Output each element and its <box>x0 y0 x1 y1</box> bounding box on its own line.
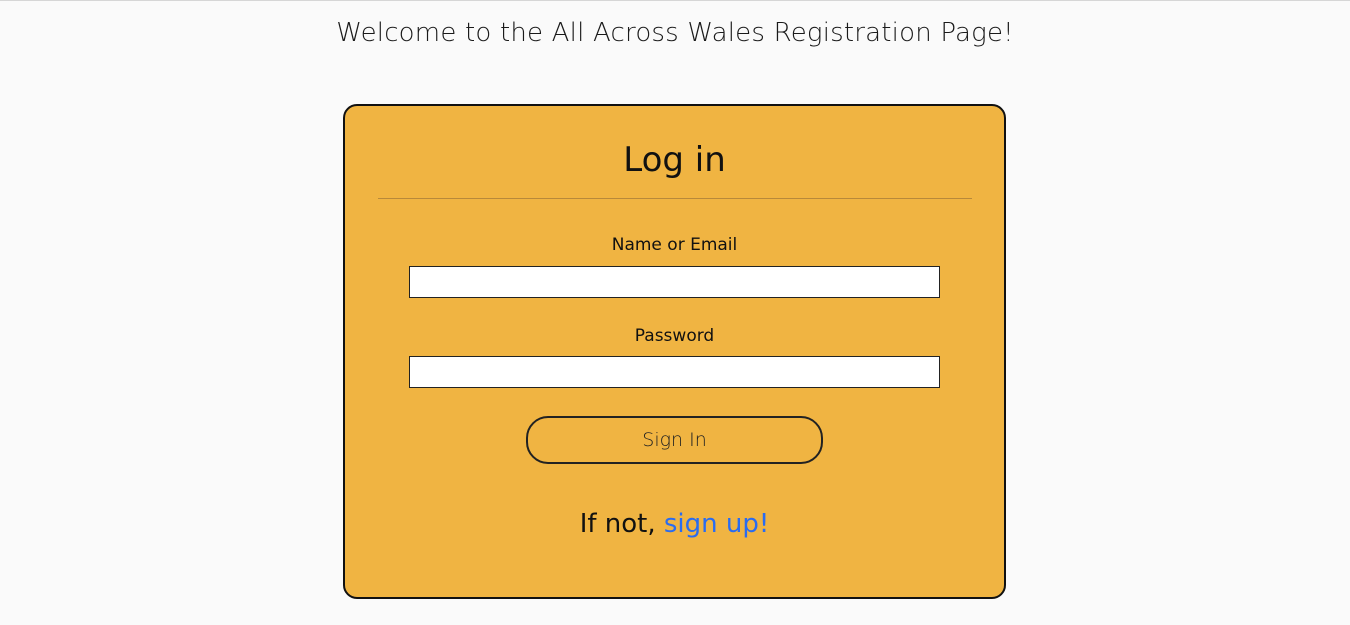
sign-up-link[interactable]: sign up! <box>664 509 769 539</box>
password-input[interactable] <box>409 356 940 388</box>
name-or-email-input[interactable] <box>409 266 940 298</box>
login-card: Log in Name or Email Password Sign In If… <box>343 104 1006 599</box>
signup-prefix: If not, <box>579 509 664 539</box>
signup-prompt: If not, sign up! <box>345 509 1004 539</box>
sign-in-button[interactable]: Sign In <box>526 416 823 464</box>
welcome-heading: Welcome to the All Across Wales Registra… <box>336 18 1014 48</box>
password-label: Password <box>634 326 715 346</box>
top-border <box>0 0 1350 1</box>
login-title: Log in <box>623 140 726 180</box>
title-divider <box>378 198 972 199</box>
name-or-email-label: Name or Email <box>611 235 738 255</box>
